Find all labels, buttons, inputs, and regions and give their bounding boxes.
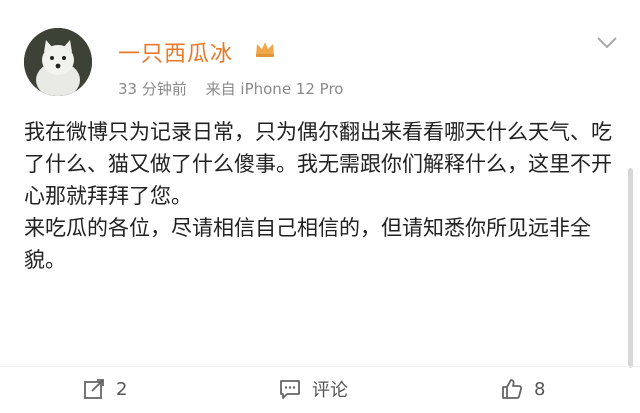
repost-count: 2	[116, 378, 128, 400]
avatar[interactable]	[24, 28, 92, 96]
post-header: 一只西瓜冰 33 分钟前 来自 iPhone 12 Pro	[0, 0, 640, 100]
chevron-down-icon[interactable]	[596, 36, 618, 50]
post-source: 来自 iPhone 12 Pro	[205, 80, 344, 98]
crown-vip-icon[interactable]	[254, 40, 276, 58]
comment-icon	[280, 380, 300, 399]
action-bar: 2 评论 8	[0, 366, 640, 411]
post-paragraph-2: 来吃瓜的各位，尽请相信自己相信的，但请知悉你所见远非全貌。	[24, 216, 591, 272]
like-button[interactable]: 8	[500, 377, 545, 401]
comment-button[interactable]: 评论	[278, 377, 348, 401]
repost-button[interactable]: 2	[82, 377, 127, 401]
thumbs-up-icon	[502, 379, 523, 399]
post-paragraph-1: 我在微博只为记录日常，只为偶尔翻出来看看哪天什么天气、吃了什么、猫又做了什么傻事…	[24, 120, 612, 208]
comment-label: 评论	[312, 380, 348, 401]
post-meta: 33 分钟前 来自 iPhone 12 Pro	[118, 78, 343, 99]
post-content: 我在微博只为记录日常，只为偶尔翻出来看看哪天什么天气、吃了什么、猫又做了什么傻事…	[24, 116, 616, 276]
repost-icon	[84, 379, 104, 399]
scrollbar[interactable]	[628, 168, 633, 368]
dog-avatar-icon	[24, 28, 92, 96]
username[interactable]: 一只西瓜冰	[118, 36, 233, 68]
like-count: 8	[534, 378, 546, 400]
post-time: 33 分钟前	[118, 80, 187, 98]
